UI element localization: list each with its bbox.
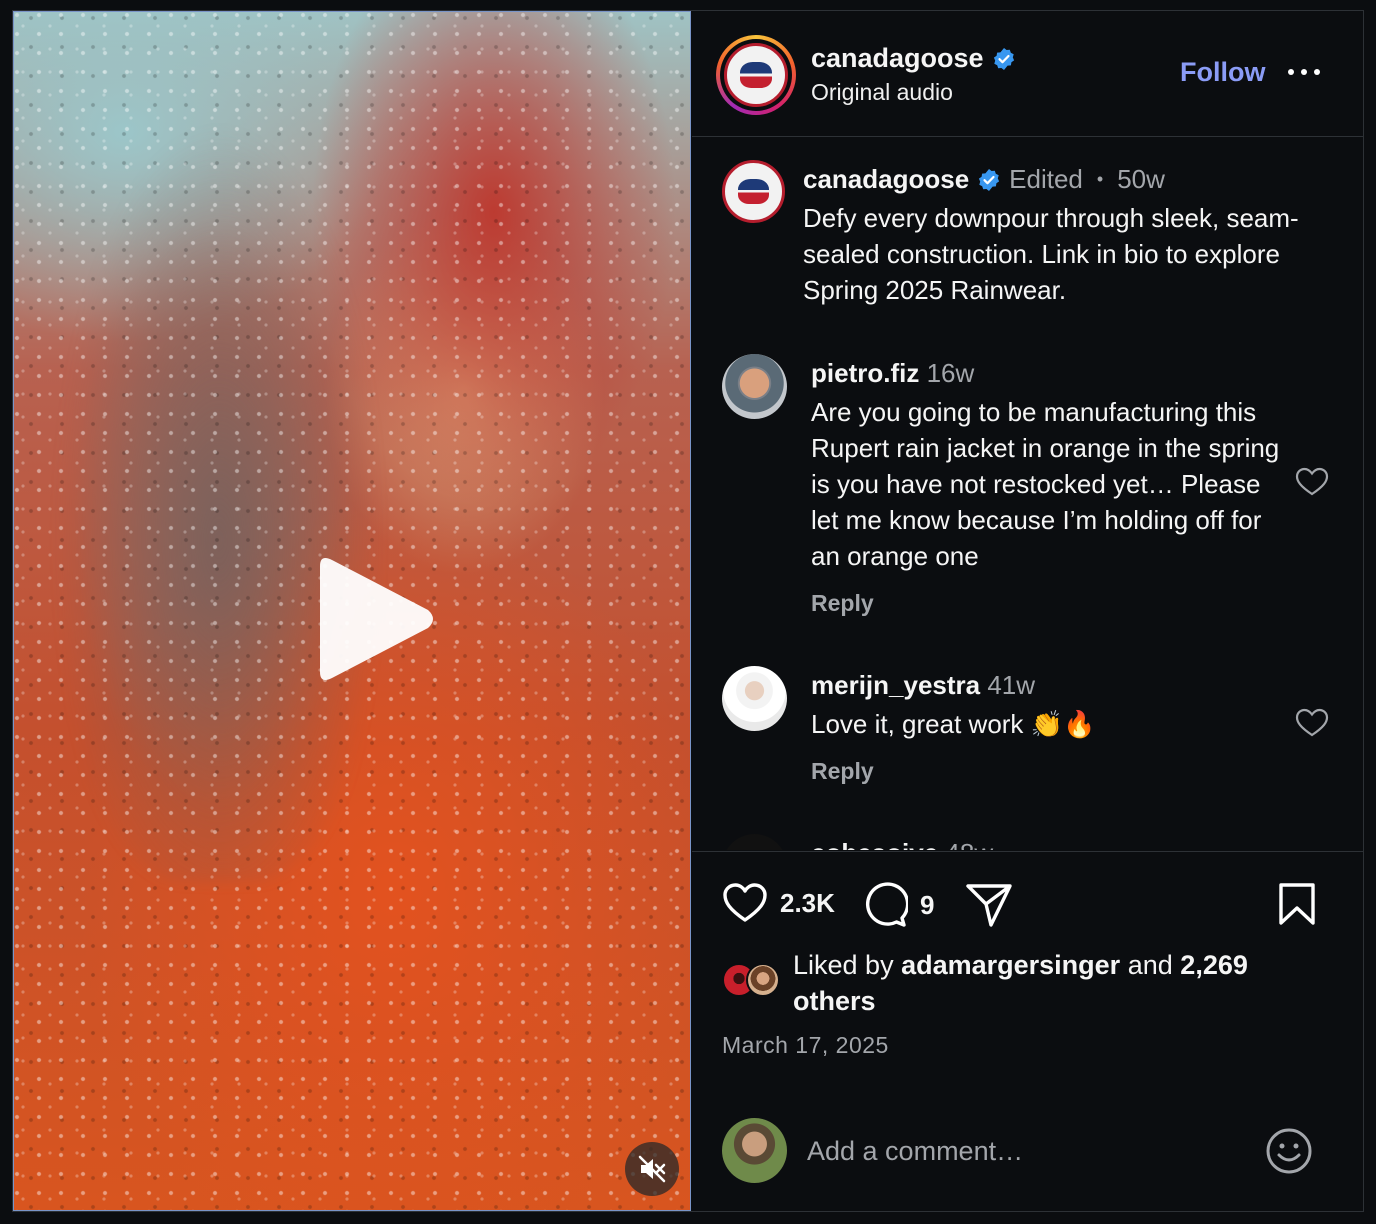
post-header: canadagoose Original audio Follow <box>692 11 1363 137</box>
caption-age[interactable]: 50w <box>1117 164 1165 195</box>
commenter-avatar[interactable] <box>722 354 787 419</box>
more-options-icon[interactable] <box>1288 69 1324 79</box>
commenter-username[interactable]: merijn_yestra <box>811 670 980 700</box>
liked-by-text: Liked by adamargersinger and 2,269 other… <box>793 947 1313 1019</box>
bookmark-icon[interactable] <box>1278 882 1316 926</box>
video-player[interactable] <box>13 11 691 1211</box>
commenter-avatar[interactable] <box>722 834 787 850</box>
mute-button[interactable] <box>625 1142 679 1196</box>
post-side-panel: canadagoose Original audio Follow canada… <box>692 11 1363 1211</box>
liked-by: Liked by adamargersinger and 2,269 other… <box>722 947 1322 1027</box>
comment-input[interactable] <box>807 1130 1237 1172</box>
comment-age[interactable]: 41w <box>987 670 1035 700</box>
comment-composer <box>722 1118 1332 1184</box>
author-username[interactable]: canadagoose <box>811 43 984 74</box>
action-bar: 2.3K 9 <box>722 882 1322 928</box>
play-icon[interactable] <box>310 552 440 686</box>
audio-link[interactable]: Original audio <box>811 79 953 106</box>
comment-icon[interactable] <box>862 882 908 928</box>
liked-by-and: and <box>1127 950 1173 980</box>
edited-label: Edited <box>1009 164 1083 194</box>
verified-icon <box>979 168 1000 191</box>
caption-avatar[interactable] <box>722 160 785 223</box>
verified-icon <box>993 47 1014 70</box>
commenter-username[interactable]: pietro.fiz <box>811 358 919 388</box>
meta-separator: • <box>1096 169 1104 189</box>
liker-avatar[interactable] <box>746 963 780 997</box>
heart-icon[interactable] <box>1295 467 1329 497</box>
liked-by-user-link[interactable]: adamargersinger <box>901 950 1120 980</box>
post-footer: 2.3K 9 Liked by adamargersinger and 2,26… <box>692 851 1363 1211</box>
post-date[interactable]: March 17, 2025 <box>722 1032 889 1059</box>
comment-text: Are you going to be manufacturing this R… <box>811 397 1280 571</box>
commenter-username[interactable]: cohesoive <box>811 838 938 850</box>
like-action[interactable]: 2.3K <box>722 882 835 924</box>
comments-list[interactable]: canadagoose Edited • 50w Defy every down… <box>692 138 1363 850</box>
canada-goose-logo <box>724 43 788 107</box>
comments-count[interactable]: 9 <box>920 890 934 921</box>
heart-icon[interactable] <box>1295 708 1329 738</box>
emoji-icon[interactable] <box>1265 1127 1313 1175</box>
comment-action[interactable]: 9 <box>862 882 934 928</box>
reply-button[interactable]: Reply <box>811 590 874 617</box>
comment-age[interactable]: 48w <box>945 838 993 850</box>
comment-text: Love it, great work 👏🔥 <box>811 709 1096 739</box>
commenter-avatar[interactable] <box>722 666 787 731</box>
liked-by-prefix: Liked by <box>793 950 894 980</box>
reply-button[interactable]: Reply <box>811 758 874 785</box>
heart-icon[interactable] <box>722 882 768 924</box>
share-icon[interactable] <box>965 882 1013 928</box>
author-avatar[interactable] <box>716 35 796 115</box>
caption-username[interactable]: canadagoose <box>803 164 969 195</box>
follow-button[interactable]: Follow <box>1180 57 1265 88</box>
current-user-avatar <box>722 1118 787 1183</box>
comment-age[interactable]: 16w <box>927 358 975 388</box>
likes-count[interactable]: 2.3K <box>780 888 835 919</box>
mute-icon <box>638 1155 666 1183</box>
author-username-row[interactable]: canadagoose <box>811 43 1016 74</box>
caption-text: Defy every downpour through sleek, seam-… <box>803 203 1299 305</box>
